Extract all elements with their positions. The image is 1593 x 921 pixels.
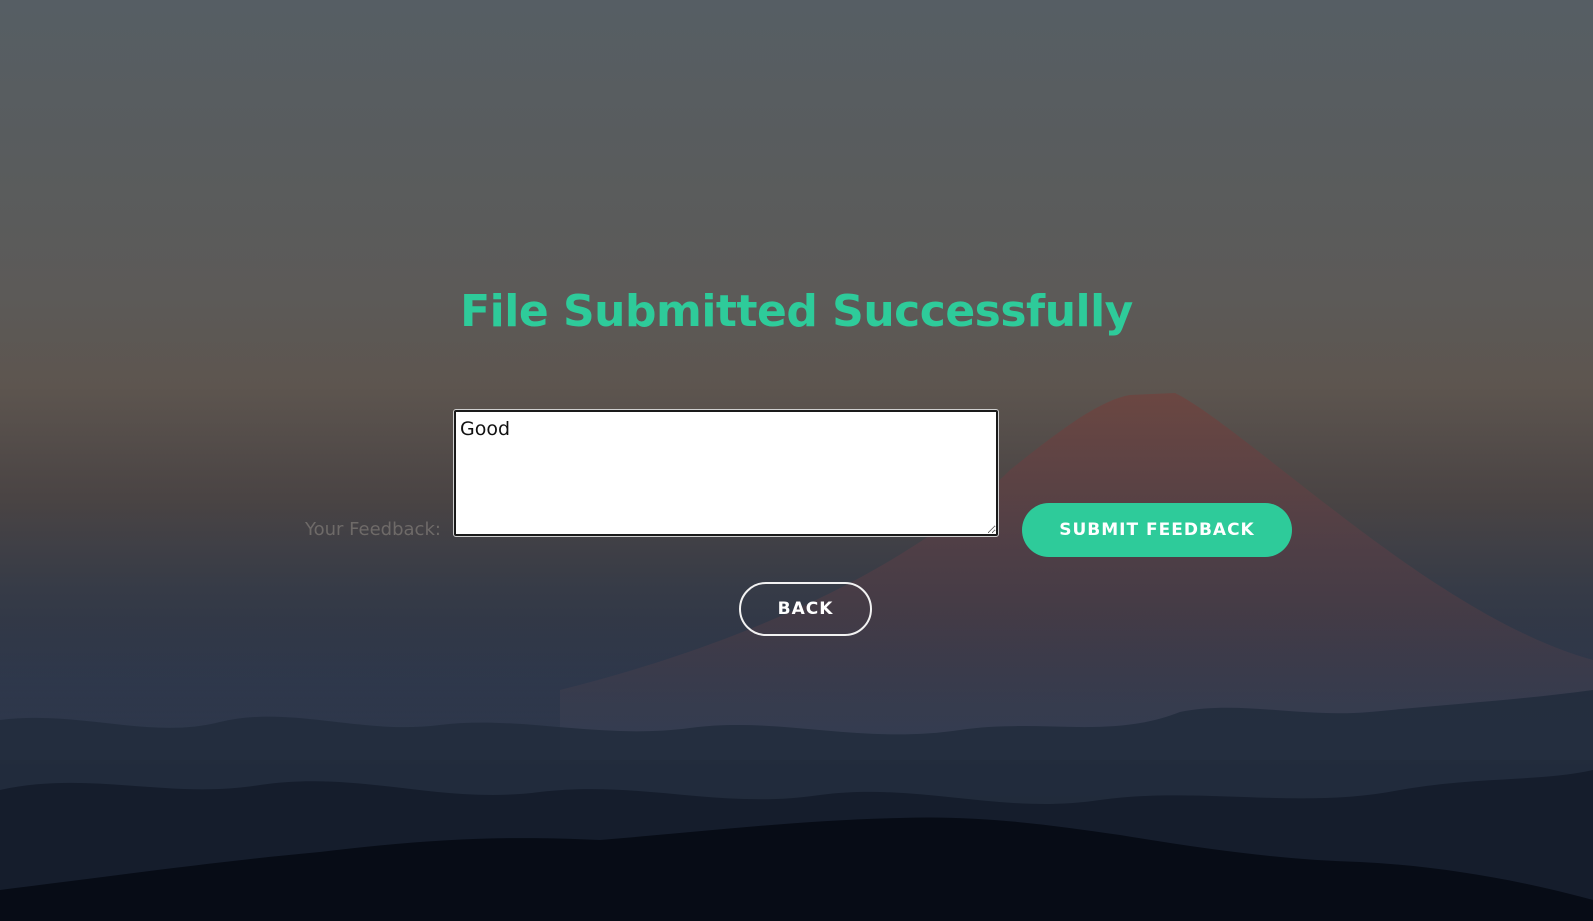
- feedback-label: Your Feedback:: [305, 519, 441, 540]
- back-button[interactable]: BACK: [739, 582, 872, 636]
- page-title: File Submitted Successfully: [460, 286, 1133, 337]
- submit-feedback-button[interactable]: SUBMIT FEEDBACK: [1022, 503, 1292, 557]
- feedback-textarea[interactable]: Good: [453, 409, 999, 537]
- page-root: File Submitted Successfully Your Feedbac…: [0, 0, 1593, 921]
